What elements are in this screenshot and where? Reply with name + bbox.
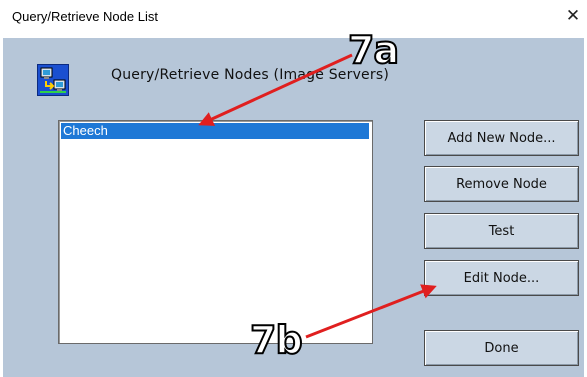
callout-7a: 7a [347, 27, 400, 73]
callout-7b: 7b [249, 317, 304, 363]
arrow-7b [305, 284, 437, 339]
arrow-7a [198, 53, 353, 126]
